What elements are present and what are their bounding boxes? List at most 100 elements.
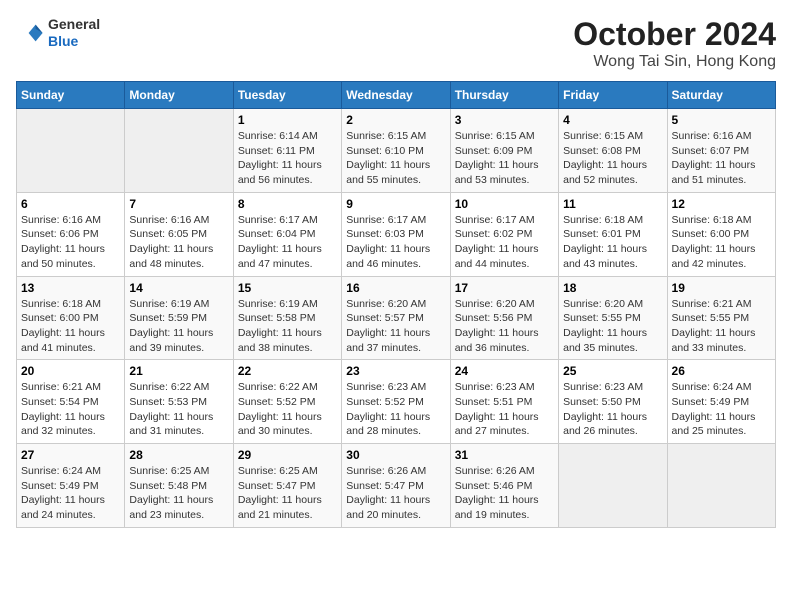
calendar-cell: 25 Sunrise: 6:23 AM Sunset: 5:50 PM Dayli…	[559, 360, 667, 444]
day-info: Sunrise: 6:21 AM Sunset: 5:55 PM Dayligh…	[672, 297, 771, 356]
day-header-thursday: Thursday	[450, 82, 558, 109]
day-number: 24	[455, 364, 554, 378]
day-number: 28	[129, 448, 228, 462]
calendar-cell	[17, 109, 125, 193]
calendar-header-row: SundayMondayTuesdayWednesdayThursdayFrid…	[17, 82, 776, 109]
day-number: 31	[455, 448, 554, 462]
calendar-cell: 29Sunrise: 6:25 AM Sunset: 5:47 PM Dayli…	[233, 444, 341, 528]
day-number: 18	[563, 281, 662, 295]
calendar-cell: 2 Sunrise: 6:15 AM Sunset: 6:10 PM Daylig…	[342, 109, 450, 193]
day-info: Sunrise: 6:18 AM Sunset: 6:00 PM Dayligh…	[21, 297, 120, 356]
day-number: 12	[672, 197, 771, 211]
calendar-cell: 8 Sunrise: 6:17 AM Sunset: 6:04 PM Daylig…	[233, 192, 341, 276]
day-info: Sunrise: 6:24 AM Sunset: 5:49 PM Dayligh…	[21, 464, 120, 523]
day-info: Sunrise: 6:16 AM Sunset: 6:05 PM Dayligh…	[129, 213, 228, 272]
day-info: Sunrise: 6:20 AM Sunset: 5:56 PM Dayligh…	[455, 297, 554, 356]
day-info: Sunrise: 6:14 AM Sunset: 6:11 PM Dayligh…	[238, 129, 337, 188]
day-number: 23	[346, 364, 445, 378]
day-number: 8	[238, 197, 337, 211]
logo-text: General Blue	[48, 16, 100, 50]
day-info: Sunrise: 6:17 AM Sunset: 6:02 PM Dayligh…	[455, 213, 554, 272]
calendar-cell: 4 Sunrise: 6:15 AM Sunset: 6:08 PM Daylig…	[559, 109, 667, 193]
calendar-week-3: 13 Sunrise: 6:18 AM Sunset: 6:00 PM Dayli…	[17, 276, 776, 360]
calendar-cell: 11Sunrise: 6:18 AM Sunset: 6:01 PM Dayli…	[559, 192, 667, 276]
page-header: General Blue October 2024 Wong Tai Sin, …	[16, 16, 776, 71]
day-info: Sunrise: 6:26 AM Sunset: 5:47 PM Dayligh…	[346, 464, 445, 523]
calendar-cell: 10 Sunrise: 6:17 AM Sunset: 6:02 PM Dayli…	[450, 192, 558, 276]
day-header-sunday: Sunday	[17, 82, 125, 109]
day-header-friday: Friday	[559, 82, 667, 109]
logo: General Blue	[16, 16, 100, 50]
calendar-cell: 5 Sunrise: 6:16 AM Sunset: 6:07 PM Daylig…	[667, 109, 775, 193]
day-info: Sunrise: 6:23 AM Sunset: 5:50 PM Dayligh…	[563, 380, 662, 439]
day-header-monday: Monday	[125, 82, 233, 109]
day-number: 11	[563, 197, 662, 211]
calendar-cell: 19 Sunrise: 6:21 AM Sunset: 5:55 PM Dayli…	[667, 276, 775, 360]
day-number: 30	[346, 448, 445, 462]
day-info: Sunrise: 6:16 AM Sunset: 6:07 PM Dayligh…	[672, 129, 771, 188]
calendar-week-5: 27 Sunrise: 6:24 AM Sunset: 5:49 PM Dayli…	[17, 444, 776, 528]
day-number: 2	[346, 113, 445, 127]
day-info: Sunrise: 6:24 AM Sunset: 5:49 PM Dayligh…	[672, 380, 771, 439]
calendar-cell	[559, 444, 667, 528]
day-info: Sunrise: 6:20 AM Sunset: 5:55 PM Dayligh…	[563, 297, 662, 356]
day-info: Sunrise: 6:15 AM Sunset: 6:08 PM Dayligh…	[563, 129, 662, 188]
day-number: 27	[21, 448, 120, 462]
day-info: Sunrise: 6:22 AM Sunset: 5:53 PM Dayligh…	[129, 380, 228, 439]
day-number: 25	[563, 364, 662, 378]
calendar-cell: 14Sunrise: 6:19 AM Sunset: 5:59 PM Dayli…	[125, 276, 233, 360]
title-block: October 2024 Wong Tai Sin, Hong Kong	[573, 16, 776, 71]
day-info: Sunrise: 6:15 AM Sunset: 6:10 PM Dayligh…	[346, 129, 445, 188]
calendar-week-1: 1 Sunrise: 6:14 AM Sunset: 6:11 PM Daylig…	[17, 109, 776, 193]
day-info: Sunrise: 6:17 AM Sunset: 6:04 PM Dayligh…	[238, 213, 337, 272]
day-number: 10	[455, 197, 554, 211]
calendar-cell: 6 Sunrise: 6:16 AM Sunset: 6:06 PM Daylig…	[17, 192, 125, 276]
day-info: Sunrise: 6:18 AM Sunset: 6:00 PM Dayligh…	[672, 213, 771, 272]
calendar-cell: 13 Sunrise: 6:18 AM Sunset: 6:00 PM Dayli…	[17, 276, 125, 360]
month-title: October 2024	[573, 16, 776, 53]
day-header-saturday: Saturday	[667, 82, 775, 109]
calendar-cell: 28 Sunrise: 6:25 AM Sunset: 5:48 PM Dayli…	[125, 444, 233, 528]
calendar-cell: 31 Sunrise: 6:26 AM Sunset: 5:46 PM Dayli…	[450, 444, 558, 528]
calendar-week-4: 20Sunrise: 6:21 AM Sunset: 5:54 PM Dayli…	[17, 360, 776, 444]
day-number: 13	[21, 281, 120, 295]
calendar-cell: 30 Sunrise: 6:26 AM Sunset: 5:47 PM Dayli…	[342, 444, 450, 528]
day-info: Sunrise: 6:22 AM Sunset: 5:52 PM Dayligh…	[238, 380, 337, 439]
calendar-cell: 26Sunrise: 6:24 AM Sunset: 5:49 PM Dayli…	[667, 360, 775, 444]
calendar-cell: 20Sunrise: 6:21 AM Sunset: 5:54 PM Dayli…	[17, 360, 125, 444]
day-info: Sunrise: 6:19 AM Sunset: 5:59 PM Dayligh…	[129, 297, 228, 356]
calendar-cell: 21 Sunrise: 6:22 AM Sunset: 5:53 PM Dayli…	[125, 360, 233, 444]
day-number: 4	[563, 113, 662, 127]
calendar-cell	[667, 444, 775, 528]
day-info: Sunrise: 6:25 AM Sunset: 5:48 PM Dayligh…	[129, 464, 228, 523]
calendar-week-2: 6 Sunrise: 6:16 AM Sunset: 6:06 PM Daylig…	[17, 192, 776, 276]
day-number: 1	[238, 113, 337, 127]
calendar-cell: 18 Sunrise: 6:20 AM Sunset: 5:55 PM Dayli…	[559, 276, 667, 360]
calendar-cell: 16Sunrise: 6:20 AM Sunset: 5:57 PM Dayli…	[342, 276, 450, 360]
day-header-wednesday: Wednesday	[342, 82, 450, 109]
day-number: 21	[129, 364, 228, 378]
day-number: 6	[21, 197, 120, 211]
day-number: 20	[21, 364, 120, 378]
day-info: Sunrise: 6:16 AM Sunset: 6:06 PM Dayligh…	[21, 213, 120, 272]
calendar-cell: 7 Sunrise: 6:16 AM Sunset: 6:05 PM Daylig…	[125, 192, 233, 276]
calendar-cell: 12 Sunrise: 6:18 AM Sunset: 6:00 PM Dayli…	[667, 192, 775, 276]
calendar-cell: 24 Sunrise: 6:23 AM Sunset: 5:51 PM Dayli…	[450, 360, 558, 444]
calendar-table: SundayMondayTuesdayWednesdayThursdayFrid…	[16, 81, 776, 528]
calendar-cell: 1 Sunrise: 6:14 AM Sunset: 6:11 PM Daylig…	[233, 109, 341, 193]
calendar-cell	[125, 109, 233, 193]
day-number: 7	[129, 197, 228, 211]
day-info: Sunrise: 6:23 AM Sunset: 5:51 PM Dayligh…	[455, 380, 554, 439]
day-number: 5	[672, 113, 771, 127]
day-info: Sunrise: 6:26 AM Sunset: 5:46 PM Dayligh…	[455, 464, 554, 523]
location: Wong Tai Sin, Hong Kong	[573, 53, 776, 71]
day-info: Sunrise: 6:23 AM Sunset: 5:52 PM Dayligh…	[346, 380, 445, 439]
day-number: 3	[455, 113, 554, 127]
calendar-cell: 3Sunrise: 6:15 AM Sunset: 6:09 PM Daylig…	[450, 109, 558, 193]
day-info: Sunrise: 6:20 AM Sunset: 5:57 PM Dayligh…	[346, 297, 445, 356]
day-number: 15	[238, 281, 337, 295]
day-number: 19	[672, 281, 771, 295]
calendar-cell: 17Sunrise: 6:20 AM Sunset: 5:56 PM Dayli…	[450, 276, 558, 360]
calendar-cell: 22Sunrise: 6:22 AM Sunset: 5:52 PM Dayli…	[233, 360, 341, 444]
day-header-tuesday: Tuesday	[233, 82, 341, 109]
